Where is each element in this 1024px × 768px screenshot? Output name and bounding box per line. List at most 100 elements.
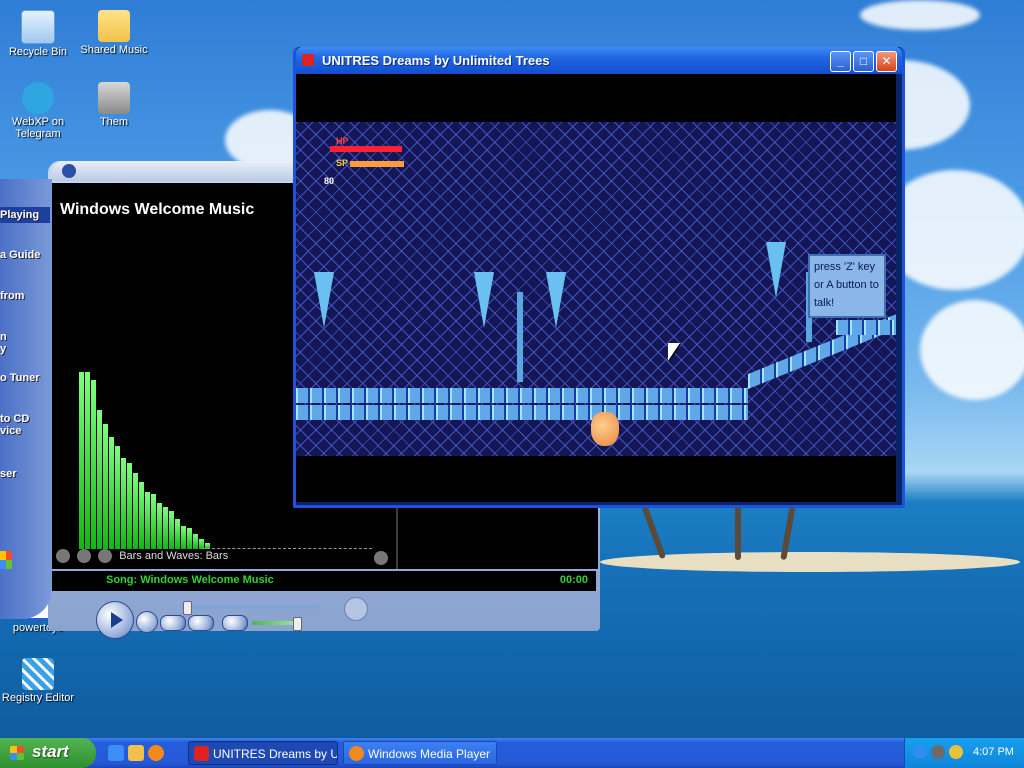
taskbar: start UNITRES Dreams by Unl... Windows M… xyxy=(0,738,1024,768)
visualization-bar xyxy=(151,494,156,549)
game-window: UNITRES Dreams by Unlimited Trees _ □ ✕ … xyxy=(293,47,905,508)
visualization-bar xyxy=(163,507,168,549)
task-label: UNITRES Dreams by Unl... xyxy=(213,747,337,761)
ledge-blocks xyxy=(836,320,896,335)
network-icon[interactable] xyxy=(913,745,927,759)
desktop-icon-webxp-telegram[interactable]: WebXP on Telegram xyxy=(0,82,76,140)
mute-button[interactable] xyxy=(222,615,248,631)
window-title: UNITRES Dreams by Unlimited Trees xyxy=(322,53,550,68)
sp-label: SP xyxy=(336,158,349,168)
taskpane-skin-chooser[interactable]: ser xyxy=(0,468,50,480)
sp-bar xyxy=(350,161,404,167)
clock[interactable]: 4:07 PM xyxy=(973,746,1014,758)
palm-tree xyxy=(639,500,667,560)
wmp-menu-toggle-icon[interactable] xyxy=(62,164,76,178)
desktop-icon-them[interactable]: Them xyxy=(76,82,152,128)
volume-thumb[interactable] xyxy=(292,617,302,631)
desktop-icon-label: Shared Music xyxy=(80,44,148,56)
windows-flag-icon xyxy=(0,551,12,569)
visualization-bar xyxy=(103,424,108,549)
hint-sign: press 'Z' key or A button to talk! xyxy=(808,254,886,318)
cloud xyxy=(860,0,980,30)
seek-bar[interactable] xyxy=(180,605,320,609)
tree-trunk xyxy=(517,292,523,382)
visualization-bar xyxy=(193,534,198,549)
visualization-name: Bars and Waves: Bars xyxy=(119,549,229,562)
taskpane-media-library[interactable]: n y xyxy=(0,331,50,355)
hud-counter: 80 xyxy=(324,176,335,186)
desktop-icon-recycle-bin[interactable]: Recycle Bin xyxy=(0,10,76,58)
wmp-controls xyxy=(52,593,600,641)
visualization-bar xyxy=(97,410,102,549)
taskpane-now-playing[interactable]: Playing xyxy=(0,207,50,223)
wmp-taskpane: Playing a Guide from n y o Tuner to CD v… xyxy=(0,179,52,619)
taskpane-media-guide[interactable]: a Guide xyxy=(0,249,50,261)
visualization-bar xyxy=(91,380,96,549)
desktop-icon-registry-editor[interactable]: Registry Editor xyxy=(0,658,76,704)
internet-explorer-icon[interactable] xyxy=(108,745,124,761)
wmp-video-title: Windows Welcome Music xyxy=(60,201,255,218)
viz-next-icon[interactable] xyxy=(98,549,113,563)
taskbar-item-wmp[interactable]: Windows Media Player xyxy=(343,741,497,765)
taskbar-item-game[interactable]: UNITRES Dreams by Unl... xyxy=(188,741,338,765)
visualization-bar xyxy=(79,372,84,549)
visualization-bar xyxy=(139,482,144,549)
desktop-icon-shared-music[interactable]: Shared Music xyxy=(76,10,152,56)
users-icon xyxy=(98,82,130,114)
stop-button[interactable] xyxy=(136,611,158,633)
seek-thumb[interactable] xyxy=(182,601,192,615)
game-app-icon xyxy=(194,746,209,761)
visualization-bar xyxy=(85,372,90,549)
visualization-bar xyxy=(157,503,162,549)
taskpane-copy-from-cd[interactable]: from xyxy=(0,290,50,302)
visualization-bar xyxy=(109,437,114,549)
security-shield-icon[interactable] xyxy=(949,745,963,759)
visualization-controls: Bars and Waves: Bars xyxy=(56,549,392,567)
wmp-status-bar: Song: Windows Welcome Music 00:00 xyxy=(52,571,596,591)
desktop-icon-label: WebXP on Telegram xyxy=(11,116,65,140)
viz-options-icon[interactable] xyxy=(56,549,70,563)
visualization-bar xyxy=(145,492,150,549)
desktop-icon-label: Them xyxy=(99,116,129,128)
start-label: start xyxy=(32,742,69,761)
tree-leaf xyxy=(546,272,566,328)
compact-mode-icon[interactable] xyxy=(344,597,368,621)
hp-label: HP xyxy=(336,136,349,146)
desktop-icon-label: Recycle Bin xyxy=(8,46,68,58)
volume-icon[interactable] xyxy=(931,745,945,759)
windows-logo-icon xyxy=(10,746,24,760)
game-viewport[interactable]: press 'Z' key or A button to talk! HP SP… xyxy=(296,74,896,502)
music-folder-icon xyxy=(98,10,130,42)
desktop-icon-label: Registry Editor xyxy=(1,692,75,704)
recycle-bin-icon xyxy=(21,10,55,44)
hud: HP SP 80 xyxy=(316,128,406,186)
viz-previous-icon[interactable] xyxy=(77,549,92,563)
play-button[interactable] xyxy=(96,601,134,639)
next-button[interactable] xyxy=(188,615,214,631)
cloud xyxy=(920,300,1024,400)
tree-leaf xyxy=(474,272,494,328)
folder-icon[interactable] xyxy=(128,745,144,761)
visualization-bar xyxy=(169,511,174,549)
system-tray: 4:07 PM xyxy=(904,738,1024,768)
taskpane-copy-to-cd[interactable]: to CD vice xyxy=(0,413,50,437)
maximize-button[interactable]: □ xyxy=(853,51,874,72)
palm-tree xyxy=(735,505,741,560)
media-player-quicklaunch-icon[interactable] xyxy=(148,745,164,761)
ground-blocks xyxy=(296,405,748,420)
visualization-bar xyxy=(115,446,120,549)
tree-leaf xyxy=(766,242,786,298)
fullscreen-icon[interactable] xyxy=(374,551,388,565)
minimize-button[interactable]: _ xyxy=(830,51,851,72)
player-character xyxy=(591,412,619,446)
media-player-icon xyxy=(349,746,364,761)
desktop: Recycle Bin Shared Music WebXP on Telegr… xyxy=(0,0,1024,738)
start-button[interactable]: start xyxy=(0,738,96,768)
previous-button[interactable] xyxy=(160,615,186,631)
registry-icon xyxy=(22,658,54,690)
close-button[interactable]: ✕ xyxy=(876,51,897,72)
taskpane-radio-tuner[interactable]: o Tuner xyxy=(0,372,50,384)
ground-blocks xyxy=(296,388,748,403)
game-titlebar[interactable]: UNITRES Dreams by Unlimited Trees _ □ ✕ xyxy=(296,47,902,74)
visualization-bar xyxy=(121,458,126,549)
